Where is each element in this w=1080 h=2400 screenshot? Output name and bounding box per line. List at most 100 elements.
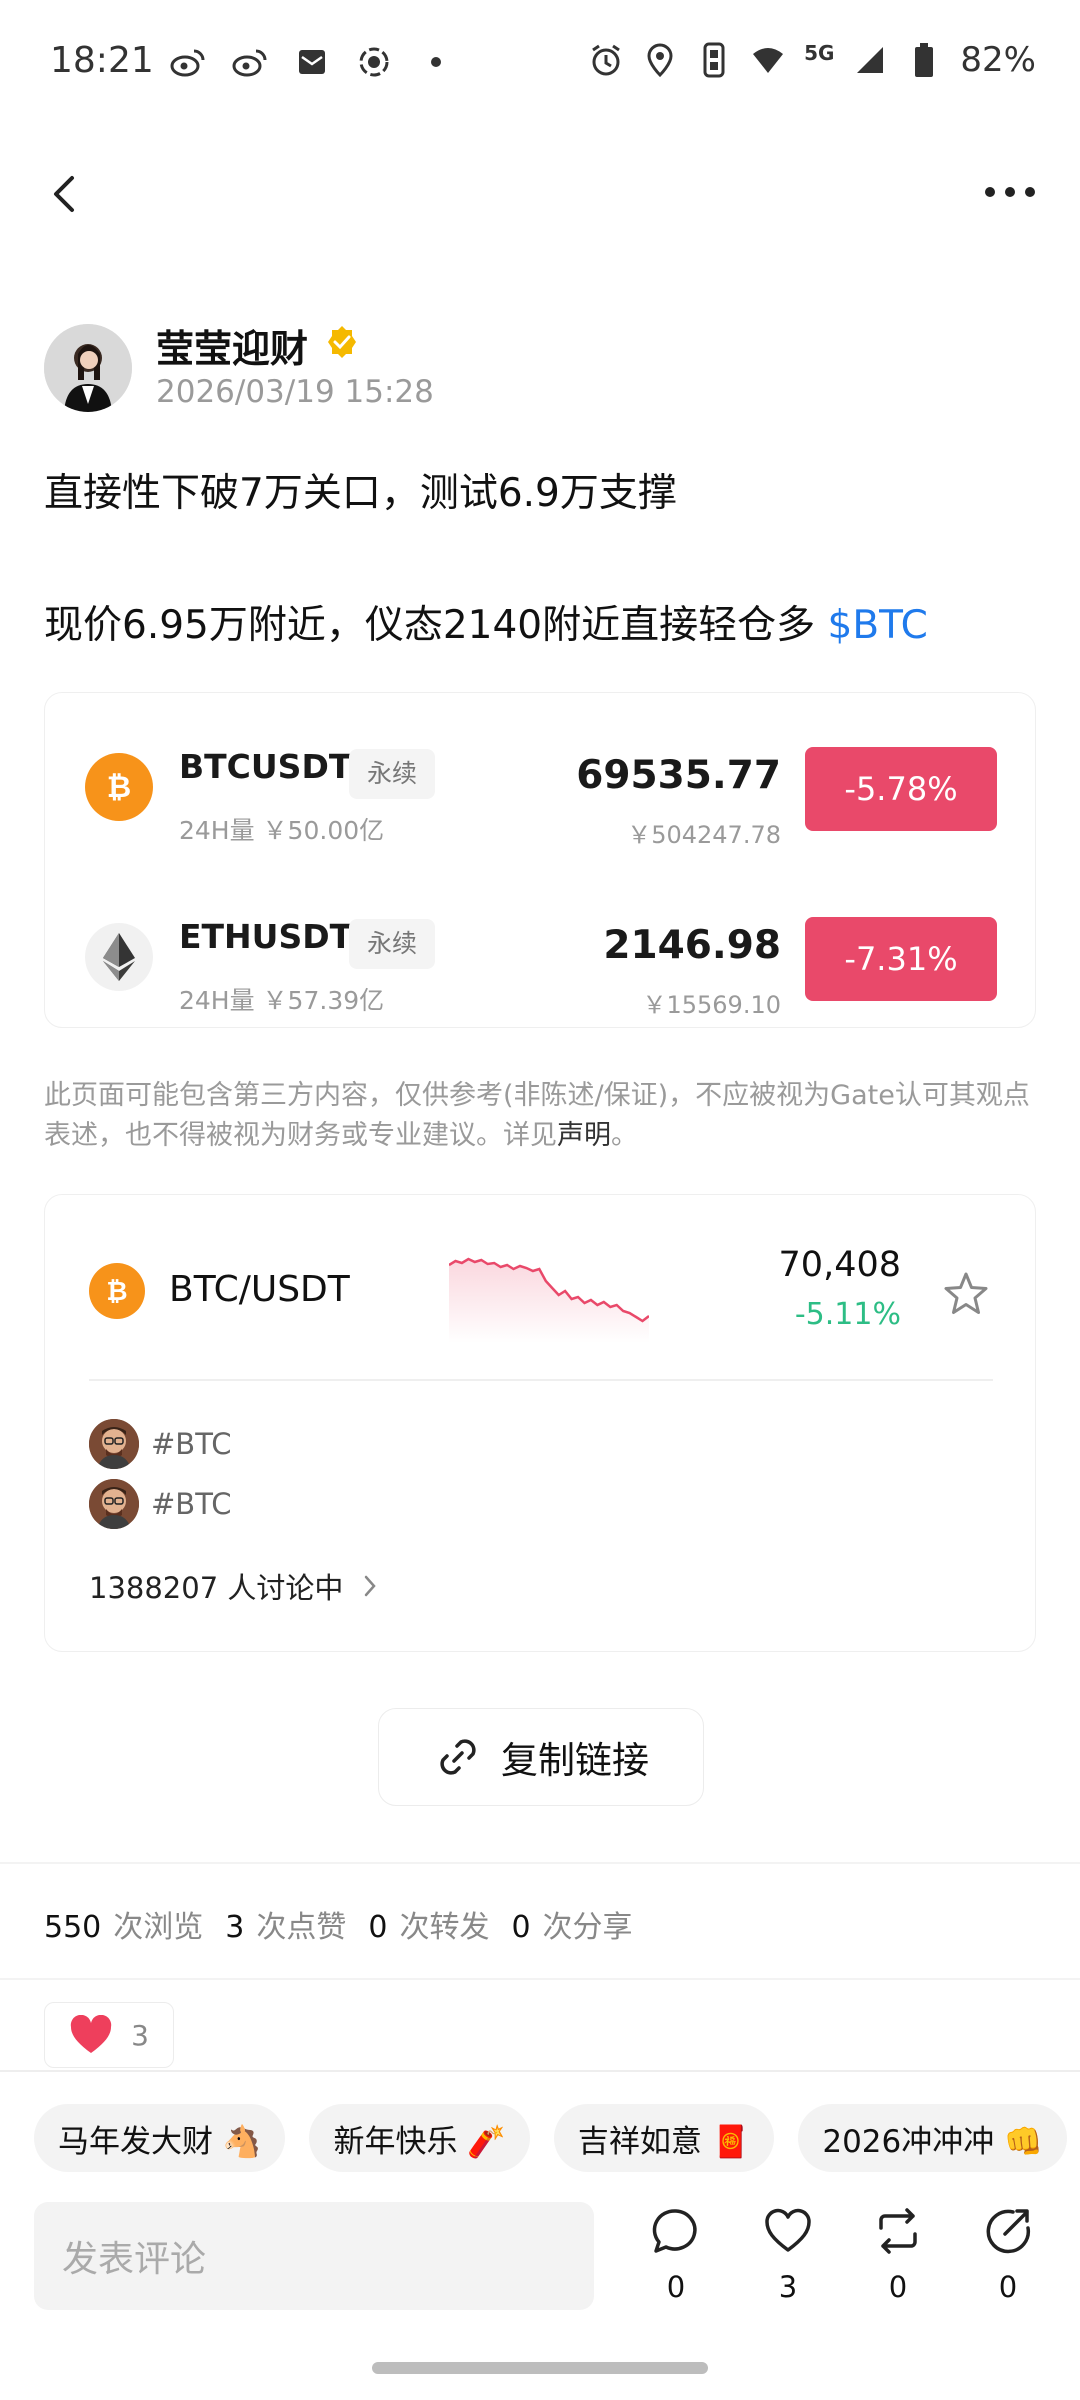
cashtag-link[interactable]: $BTC — [828, 603, 928, 648]
price-sparkline — [449, 1257, 649, 1343]
discussion-count: 1388207 人讨论中 — [89, 1571, 344, 1605]
ticker-cny-price: ￥15569.10 — [642, 991, 781, 1019]
alarm-icon — [588, 42, 624, 78]
stat-value: 0 — [511, 1910, 531, 1945]
eth-icon — [85, 923, 153, 991]
disclaimer-text: 此页面可能包含第三方内容，仅供参考(非陈述/保证)，不应被视为Gate认可其观点… — [44, 1076, 1036, 1156]
stat-views: 550 次浏览 — [44, 1902, 203, 1946]
ticker-symbol: BTCUSDT — [179, 747, 352, 786]
ticker-tag: 永续 — [349, 919, 436, 969]
top-navigation — [0, 150, 1080, 240]
ticker-change-badge[interactable]: -7.31% — [805, 917, 997, 1001]
stat-value: 0 — [368, 1910, 388, 1945]
more-options-button[interactable] — [980, 180, 1040, 204]
user-avatar — [89, 1419, 139, 1469]
heart-icon — [70, 2015, 112, 2053]
quick-comment-chip[interactable]: 马年发大财 🐴 — [34, 2104, 286, 2172]
author-header[interactable]: 莹莹迎财 2026/03/19 15:28 — [44, 318, 1044, 418]
author-avatar[interactable] — [44, 324, 132, 412]
stat-value: 550 — [44, 1910, 102, 1945]
svg-text:₿: ₿ — [107, 770, 131, 805]
signal-icon — [852, 42, 888, 78]
back-button[interactable] — [44, 172, 88, 216]
ticker-price: 69535.77 — [576, 753, 781, 798]
market-price: 70,408 — [778, 1245, 901, 1285]
heart-reaction-button[interactable]: 3 — [44, 2002, 174, 2068]
quick-comment-chip[interactable]: 新年快乐 🧨 — [309, 2104, 530, 2172]
hashtag-row[interactable]: #BTC — [89, 1419, 689, 1471]
weibo-icon — [232, 44, 268, 80]
market-change: -5.11% — [794, 1297, 901, 1332]
card-divider — [89, 1379, 993, 1381]
ticker-volume: 24H量 ￥50.00亿 — [179, 816, 385, 845]
reaction-count: 3 — [131, 2018, 149, 2052]
hashtag-text: #BTC — [151, 1427, 232, 1461]
like-button[interactable]: 3 — [748, 2206, 828, 2326]
post-text-prefix: 现价6.95万附近，仪态2140附近直接轻仓多 — [44, 603, 828, 648]
stat-label: 次点赞 — [256, 1910, 347, 1945]
comment-input[interactable]: 发表评论 — [34, 2202, 594, 2310]
btc-icon: ₿ — [89, 1263, 145, 1319]
section-divider — [0, 2070, 1080, 2072]
svg-text:₿: ₿ — [106, 1277, 127, 1307]
ticker-row-btc[interactable]: ₿ BTCUSDT 永续 24H量 ￥50.00亿 69535.77 ￥5042… — [45, 723, 1037, 853]
notification-icons — [170, 44, 454, 80]
battery-level: 82% — [960, 40, 1036, 80]
ticker-row-eth[interactable]: ETHUSDT 永续 24H量 ￥57.39亿 2146.98 ￥15569.1… — [45, 893, 1037, 1023]
system-icons: 5G 82% — [588, 40, 1036, 80]
like-icon — [765, 2208, 811, 2252]
btc-icon: ₿ — [85, 753, 153, 821]
stat-label: 次浏览 — [113, 1910, 204, 1945]
comment-count: 0 — [666, 2270, 686, 2304]
stat-shares: 0 次分享 — [511, 1902, 632, 1946]
network-type: 5G — [804, 41, 835, 65]
discussion-link[interactable]: 1388207 人讨论中 — [89, 1565, 379, 1607]
market-pair: BTC/USDT — [169, 1269, 350, 1310]
stat-value: 3 — [225, 1910, 245, 1945]
verified-badge-icon — [324, 324, 360, 360]
market-card[interactable]: ₿ BTC/USDT 70,408 -5.11% #BTC #BTC 13882… — [44, 1194, 1036, 1652]
dot-icon — [418, 44, 454, 80]
ticker-volume: 24H量 ￥57.39亿 — [179, 986, 385, 1015]
battery-icon — [906, 42, 942, 78]
hashtag-text: #BTC — [151, 1487, 232, 1521]
stat-reposts: 0 次转发 — [368, 1902, 489, 1946]
stat-label: 次分享 — [542, 1910, 633, 1945]
chevron-left-icon — [54, 176, 74, 212]
post-stats: 550 次浏览 3 次点赞 0 次转发 0 次分享 — [44, 1902, 633, 1946]
ticker-card: ₿ BTCUSDT 永续 24H量 ￥50.00亿 69535.77 ￥5042… — [44, 692, 1036, 1028]
repost-button[interactable]: 0 — [858, 2206, 938, 2326]
author-name[interactable]: 莹莹迎财 — [156, 318, 308, 373]
post-timestamp: 2026/03/19 15:28 — [156, 374, 434, 410]
disclaimer-end: 。 — [611, 1120, 638, 1151]
favorite-button[interactable] — [941, 1269, 991, 1319]
ticker-price: 2146.98 — [603, 923, 781, 968]
comment-button[interactable]: 0 — [636, 2206, 716, 2326]
mail-icon — [294, 44, 330, 80]
user-avatar — [89, 1479, 139, 1529]
wifi-icon — [750, 42, 786, 78]
sparkline-area — [449, 1259, 649, 1343]
location-icon — [642, 42, 678, 78]
share-button[interactable]: 0 — [968, 2206, 1048, 2326]
home-indicator[interactable] — [372, 2362, 708, 2374]
ticker-tag: 永续 — [349, 749, 436, 799]
weibo-icon — [170, 44, 206, 80]
status-bar: 18:21 5G 82% — [0, 0, 1080, 130]
hashtag-row[interactable]: #BTC — [89, 1479, 689, 1531]
star-icon — [944, 1272, 988, 1314]
copy-link-label: 复制链接 — [501, 1739, 649, 1782]
ticker-change-badge[interactable]: -5.78% — [805, 747, 997, 831]
quick-comment-chip[interactable]: 2026冲冲冲 👊 — [798, 2104, 1067, 2172]
vibrate-icon — [696, 42, 732, 78]
share-icon — [986, 2209, 1031, 2254]
repost-count: 0 — [888, 2270, 908, 2304]
ticker-cny-price: ￥504247.78 — [627, 821, 781, 849]
quick-comment-chip[interactable]: 吉祥如意 🧧 — [553, 2104, 775, 2172]
copy-link-button[interactable]: 复制链接 — [378, 1708, 704, 1806]
more-dots-icon — [985, 187, 1035, 197]
share-count: 0 — [998, 2270, 1018, 2304]
target-icon — [356, 44, 392, 80]
stat-likes: 3 次点赞 — [225, 1902, 346, 1946]
disclaimer-link[interactable]: 声明 — [557, 1120, 611, 1151]
